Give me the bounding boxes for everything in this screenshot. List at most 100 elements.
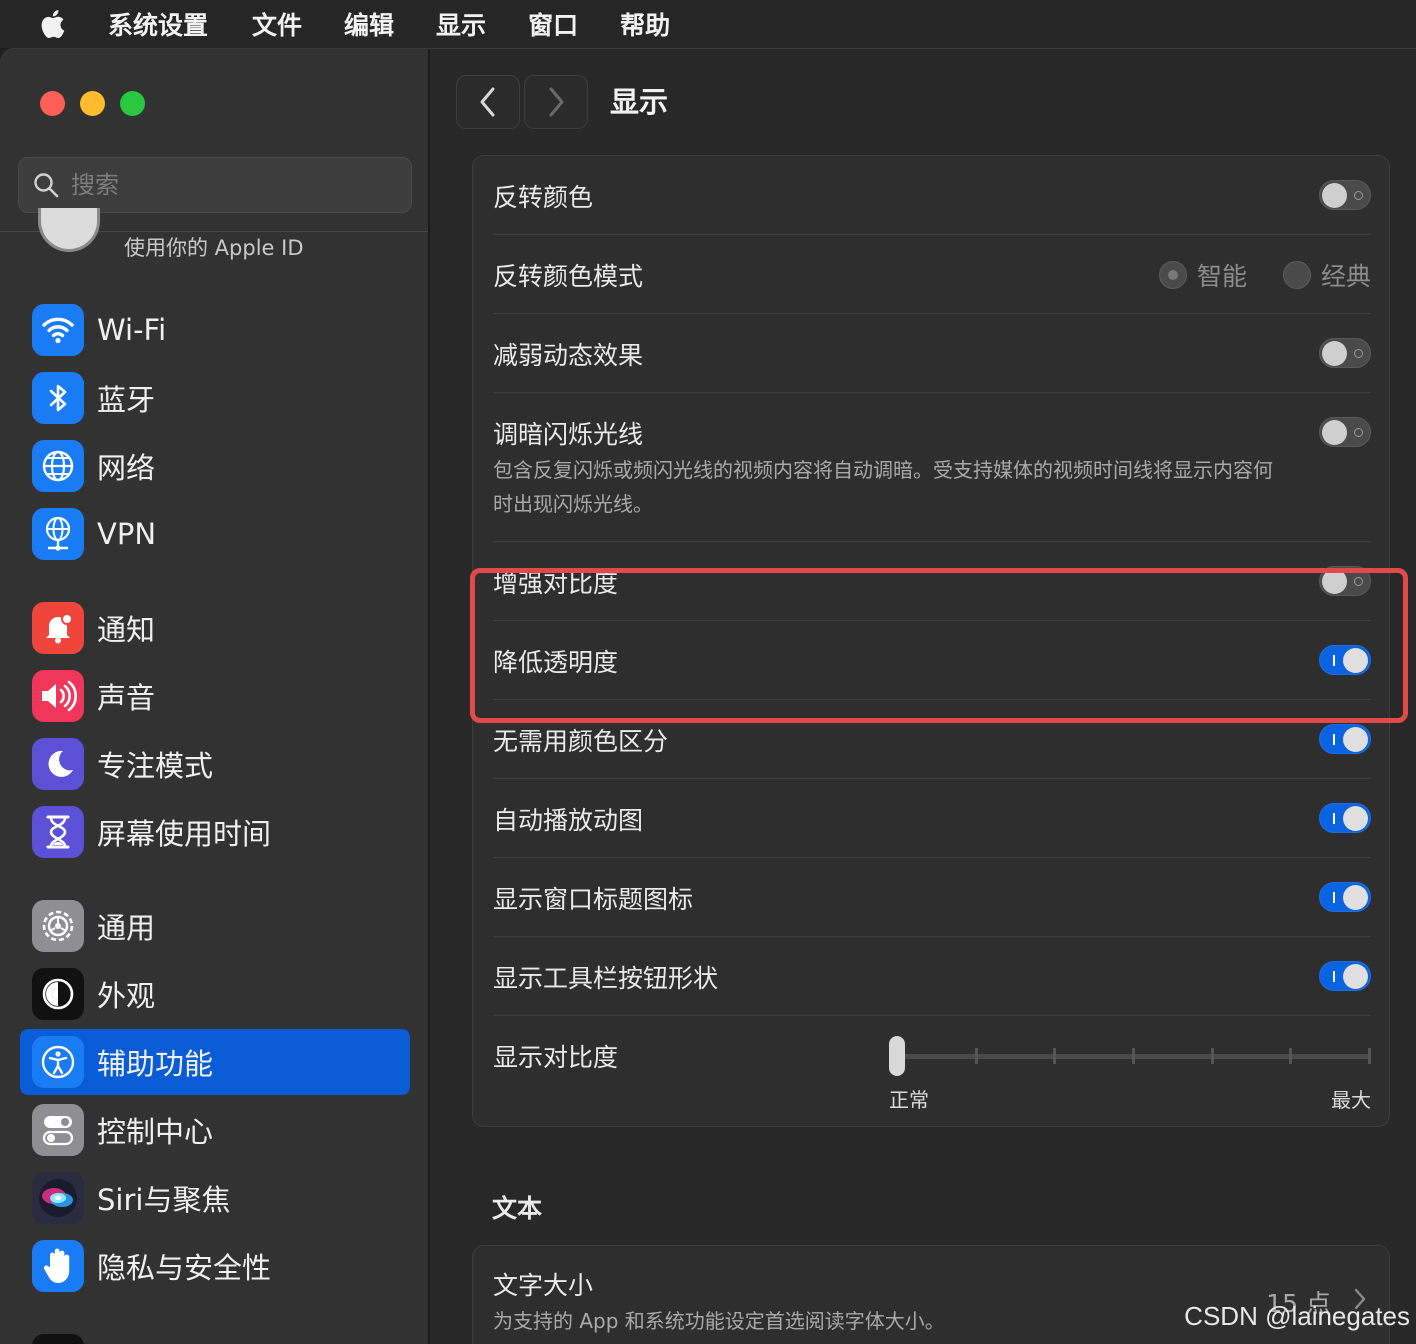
- increase-contrast-toggle[interactable]: [1319, 566, 1371, 596]
- chevron-right-icon: [549, 87, 564, 117]
- main-pane: 显示 反转颜色 反转颜色模式 智能 经典 减弱动态效果 调暗闪烁光线 包含反复闪…: [432, 49, 1416, 1344]
- reduce-transparency-toggle[interactable]: [1319, 645, 1371, 675]
- menu-window[interactable]: 窗口: [528, 6, 578, 42]
- invert-mode-classic-radio[interactable]: 经典: [1282, 257, 1371, 293]
- watermark: CSDN @lainegates: [1184, 1301, 1410, 1331]
- slider-min-label: 正常: [889, 1088, 929, 1112]
- row-label: 文字大小: [493, 1271, 594, 1300]
- sidebar-item-screen-time[interactable]: 屏幕使用时间: [20, 799, 410, 865]
- row-description: 为支持的 App 和系统功能设定首选阅读字体大小。: [493, 1309, 945, 1333]
- vpn-globe-icon: [32, 508, 84, 560]
- sidebar-item-privacy[interactable]: 隐私与安全性: [20, 1233, 410, 1299]
- radio-label: 智能: [1196, 262, 1247, 291]
- sidebar-item-control-center[interactable]: 控制中心: [20, 1097, 410, 1163]
- toolbar-button-shapes-toggle[interactable]: [1319, 961, 1371, 991]
- search-input[interactable]: [71, 171, 371, 199]
- globe-icon: [32, 440, 84, 492]
- menu-edit[interactable]: 编辑: [344, 6, 394, 42]
- row-label: 反转颜色: [493, 183, 594, 212]
- sidebar-item-general[interactable]: 通用: [20, 893, 410, 959]
- forward-button[interactable]: [524, 75, 588, 129]
- sidebar-item-label: Siri与聚焦: [97, 1183, 231, 1217]
- wifi-icon: [32, 304, 84, 356]
- sidebar-item-label: 辅助功能: [97, 1047, 214, 1081]
- row-description: 包含反复闪烁或频闪光线的视频内容将自动调暗。受支持媒体的视频时间线将显示内容何时…: [493, 458, 1273, 516]
- sidebar-item-appearance[interactable]: 外观: [20, 961, 410, 1027]
- sidebar-item-focus[interactable]: 专注模式: [20, 731, 410, 797]
- moon-icon: [32, 738, 84, 790]
- accessibility-icon: [32, 1036, 84, 1088]
- autoplay-animated-images-toggle[interactable]: [1319, 803, 1371, 833]
- row-label: 反转颜色模式: [493, 262, 644, 291]
- bell-icon: [32, 602, 84, 654]
- menu-system-settings[interactable]: 系统设置: [108, 6, 208, 42]
- row-label: 减弱动态效果: [493, 341, 644, 370]
- sidebar-item-label: 控制中心: [97, 1115, 214, 1149]
- sidebar-item-label: 隐私与安全性: [97, 1251, 272, 1285]
- gear-icon: [32, 900, 84, 952]
- page-title: 显示: [610, 85, 669, 119]
- hand-icon: [32, 1240, 84, 1292]
- close-button[interactable]: [40, 91, 65, 116]
- hourglass-icon: [32, 806, 84, 858]
- slider-tick: [1053, 1048, 1057, 1064]
- row-label: 降低透明度: [493, 648, 619, 677]
- row-increase-contrast: 增强对比度: [493, 542, 1371, 620]
- menu-file[interactable]: 文件: [252, 6, 302, 42]
- slider-max-label: 最大: [1331, 1088, 1371, 1112]
- sidebar-item-more[interactable]: [20, 1327, 410, 1344]
- radio-dot: [1158, 261, 1187, 289]
- sidebar-item-vpn[interactable]: VPN: [20, 501, 410, 567]
- invert-mode-smart-radio[interactable]: 智能: [1158, 257, 1247, 293]
- row-reduce-transparency: 降低透明度: [493, 621, 1371, 699]
- row-label: 显示窗口标题图标: [493, 885, 694, 914]
- minimize-button[interactable]: [80, 91, 105, 116]
- sidebar-item-label: 专注模式: [97, 749, 214, 783]
- window-controls: [40, 91, 145, 116]
- back-button[interactable]: [456, 75, 520, 129]
- sidebar-item-network[interactable]: 网络: [20, 433, 410, 499]
- window-title-icons-toggle[interactable]: [1319, 882, 1371, 912]
- slider-thumb[interactable]: [889, 1036, 905, 1076]
- sidebar-item-label: VPN: [97, 517, 157, 551]
- sidebar-item-label: 声音: [97, 681, 156, 715]
- menu-help[interactable]: 帮助: [620, 6, 670, 42]
- sidebar-item-sound[interactable]: 声音: [20, 663, 410, 729]
- appearance-icon: [32, 968, 84, 1020]
- menu-view[interactable]: 显示: [436, 6, 486, 42]
- menu-bar: 系统设置 文件 编辑 显示 窗口 帮助: [0, 0, 1416, 48]
- radio-label: 经典: [1320, 262, 1371, 291]
- sidebar-item-label: 蓝牙: [97, 383, 156, 417]
- sidebar-item-siri[interactable]: Siri与聚焦: [20, 1165, 410, 1231]
- sidebar: 使用你的 Apple ID Wi-Fi 蓝牙 网络 VPN: [0, 49, 430, 1344]
- apple-logo-icon: [41, 10, 65, 39]
- sidebar-item-wifi[interactable]: Wi-Fi: [20, 297, 410, 363]
- zoom-button[interactable]: [120, 91, 145, 116]
- row-dim-flashing: 调暗闪烁光线 包含反复闪烁或频闪光线的视频内容将自动调暗。受支持媒体的视频时间线…: [493, 393, 1371, 541]
- sidebar-item-accessibility[interactable]: 辅助功能: [20, 1029, 410, 1095]
- dim-flashing-toggle[interactable]: [1319, 417, 1371, 447]
- apple-id-label: 使用你的 Apple ID: [124, 236, 304, 260]
- row-label: 无需用颜色区分: [493, 727, 669, 756]
- differentiate-without-color-toggle[interactable]: [1319, 724, 1371, 754]
- sidebar-item-bluetooth[interactable]: 蓝牙: [20, 365, 410, 431]
- row-toolbar-button-shapes: 显示工具栏按钮形状: [493, 937, 1371, 1015]
- apple-id-item[interactable]: 使用你的 Apple ID: [0, 208, 428, 275]
- sidebar-item-label: 网络: [97, 451, 156, 485]
- partial-icon: [32, 1334, 84, 1344]
- display-contrast-slider[interactable]: [889, 1036, 1371, 1076]
- row-window-title-icons: 显示窗口标题图标: [493, 858, 1371, 936]
- search-icon: [34, 173, 59, 198]
- reduce-motion-toggle[interactable]: [1319, 338, 1371, 368]
- sidebar-item-label: 屏幕使用时间: [97, 817, 272, 851]
- invert-colors-toggle[interactable]: [1319, 180, 1371, 210]
- radio-dot: [1282, 261, 1311, 289]
- slider-tick: [1132, 1048, 1135, 1064]
- speaker-icon: [32, 670, 84, 722]
- search-field[interactable]: [18, 157, 412, 213]
- row-label: 自动播放动图: [493, 806, 644, 835]
- row-reduce-motion: 减弱动态效果: [493, 314, 1371, 392]
- sidebar-item-label: 通用: [97, 911, 156, 945]
- sidebar-item-notifications[interactable]: 通知: [20, 595, 410, 661]
- apple-menu[interactable]: [0, 8, 108, 40]
